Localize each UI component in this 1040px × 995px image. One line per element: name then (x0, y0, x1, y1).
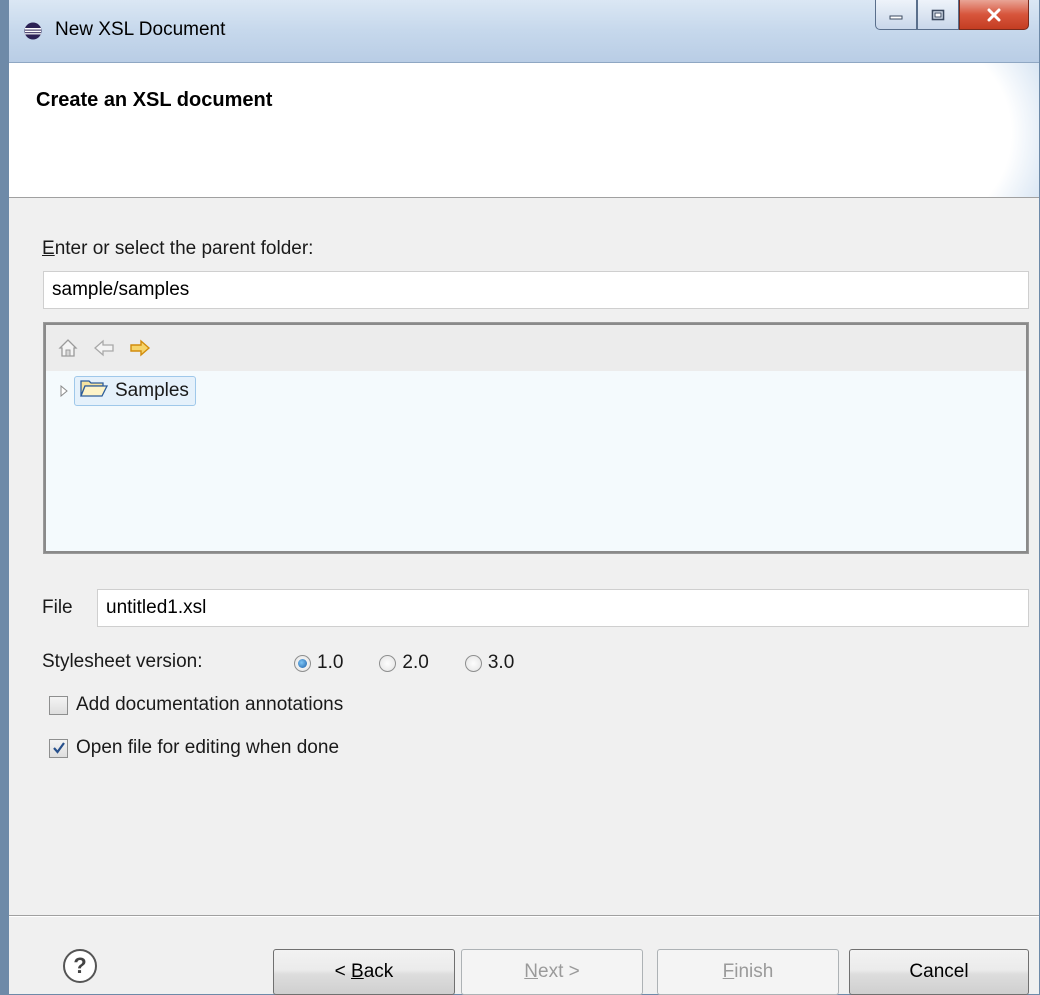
add-docs-option[interactable]: Add documentation annotations (49, 694, 343, 716)
forward-arrow-icon[interactable] (128, 336, 152, 360)
radio-unselected-icon[interactable] (379, 654, 397, 672)
banner-heading: Create an XSL document (36, 89, 273, 111)
add-docs-checkbox[interactable] (49, 695, 68, 715)
minimize-icon (889, 15, 903, 19)
dialog-window: New XSL Document Create an XSL document … (0, 0, 1040, 995)
tree-toolbar (46, 325, 1026, 371)
next-button[interactable]: Next > (461, 949, 643, 995)
checkmark-icon (52, 742, 65, 754)
back-arrow-icon[interactable] (92, 336, 116, 360)
parent-folder-input[interactable] (43, 271, 1029, 309)
tree-row[interactable]: Samples (54, 373, 196, 409)
version-option-2-0[interactable]: 2.0 (379, 652, 429, 674)
back-button[interactable]: < Back (273, 949, 455, 995)
file-name-input[interactable] (97, 589, 1029, 627)
help-icon[interactable]: ? (63, 949, 97, 983)
expand-triangle-icon[interactable] (54, 381, 74, 401)
cancel-button[interactable]: Cancel (849, 949, 1029, 995)
parent-folder-label: Enter or select the parent folder: (42, 238, 314, 259)
title-bar[interactable]: New XSL Document (9, 0, 1039, 63)
minimize-button[interactable] (875, 0, 917, 30)
version-option-3-0[interactable]: 3.0 (464, 652, 514, 674)
footer-separator (9, 915, 1039, 917)
version-option-1-0[interactable]: 1.0 (294, 652, 343, 674)
window-title: New XSL Document (55, 19, 226, 40)
tree-item-label: Samples (115, 380, 189, 401)
stylesheet-version-group: 1.0 2.0 3.0 (294, 652, 550, 674)
open-file-checkbox[interactable] (49, 738, 68, 758)
wizard-banner: Create an XSL document (9, 63, 1039, 198)
close-icon (987, 8, 1001, 21)
add-docs-label: Add documentation annotations (76, 694, 344, 715)
close-button[interactable] (959, 0, 1029, 30)
stylesheet-version-label: Stylesheet version: (42, 651, 203, 672)
open-folder-icon (79, 377, 109, 405)
open-file-label: Open file for editing when done (76, 737, 340, 758)
finish-button[interactable]: Finish (657, 949, 839, 995)
radio-unselected-icon[interactable] (464, 654, 482, 672)
file-label: File (42, 597, 73, 618)
folder-tree[interactable]: Samples (43, 322, 1029, 554)
eclipse-icon (24, 22, 42, 40)
open-file-option[interactable]: Open file for editing when done (49, 737, 339, 759)
maximize-button[interactable] (917, 0, 959, 30)
tree-item-samples[interactable]: Samples (74, 376, 196, 406)
maximize-icon (931, 9, 945, 20)
radio-selected-icon[interactable] (294, 654, 311, 672)
banner-decoration (839, 63, 1039, 197)
home-icon[interactable] (56, 336, 80, 360)
